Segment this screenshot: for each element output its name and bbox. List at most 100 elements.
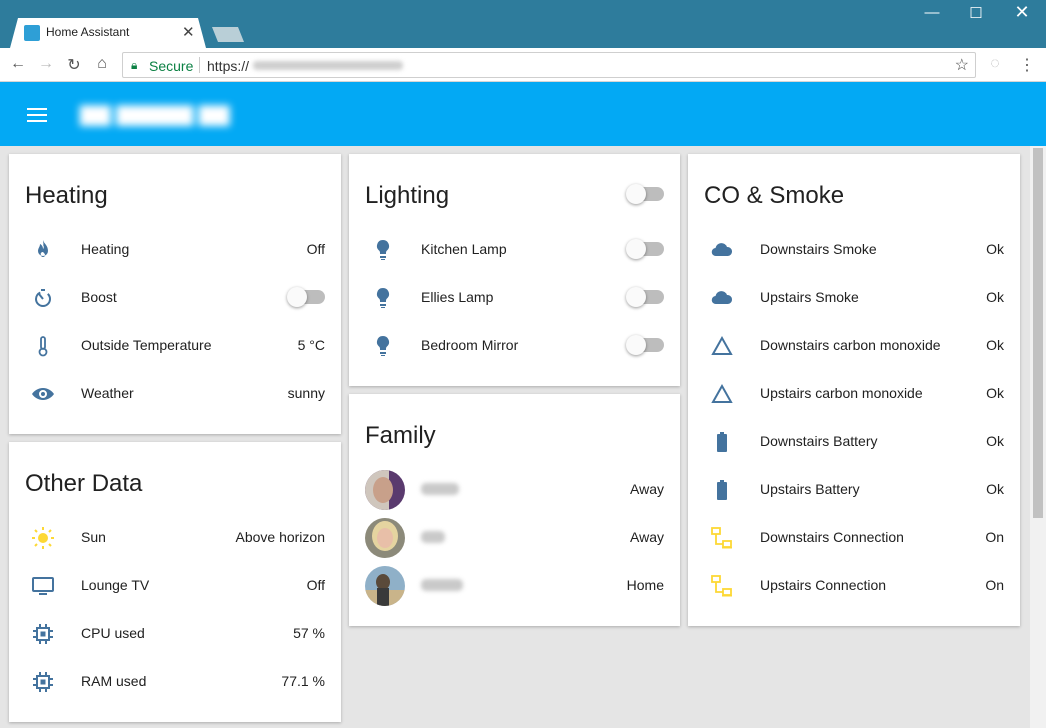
entity-row-downstairs-battery[interactable]: Downstairs Battery Ok (688, 418, 1020, 466)
entity-row-ellies-lamp[interactable]: Ellies Lamp (349, 274, 680, 322)
tab-strip: Home Assistant ✕ — ☐ ✕ (0, 0, 1046, 48)
entity-row-kitchen-lamp[interactable]: Kitchen Lamp (349, 226, 680, 274)
new-tab-button[interactable] (212, 27, 244, 42)
person-name-redacted (421, 483, 459, 495)
network-icon (710, 574, 734, 598)
home-icon[interactable]: ⌂ (92, 55, 112, 73)
sun-icon (31, 526, 55, 550)
card-co-smoke: CO & Smoke Downstairs Smoke Ok Upstairs … (688, 154, 1020, 626)
card-family: Family Away Away Home (349, 394, 680, 626)
bulb-icon (371, 238, 395, 262)
scrollbar-thumb[interactable] (1033, 148, 1043, 518)
back-icon[interactable]: ← (8, 55, 28, 73)
entity-state: 5 °C (297, 337, 325, 353)
entity-state: Ok (986, 481, 1004, 497)
entity-state: Off (306, 577, 325, 593)
card-other-data: Other Data Sun Above horizon Lounge TV O… (9, 442, 341, 722)
tab-title: Home Assistant (46, 25, 130, 39)
light-toggle[interactable] (626, 239, 664, 259)
reload-icon[interactable]: ↻ (64, 55, 84, 75)
entity-row-downstairs-smoke[interactable]: Downstairs Smoke Ok (688, 226, 1020, 274)
entity-state: Ok (986, 433, 1004, 449)
entity-label: Upstairs Battery (760, 481, 860, 497)
entity-state: On (985, 577, 1004, 593)
home-assistant-favicon-icon (24, 25, 40, 41)
extension-icon[interactable]: ◌ (985, 55, 1005, 73)
entity-row-bedroom-mirror[interactable]: Bedroom Mirror (349, 322, 680, 370)
scrollbar[interactable] (1030, 146, 1046, 728)
card-title: CO & Smoke (704, 182, 845, 209)
forward-icon[interactable]: → (36, 55, 56, 73)
entity-row-outside-temperature[interactable]: Outside Temperature 5 °C (9, 322, 341, 370)
card-title: Lighting (365, 182, 450, 209)
browser-tab[interactable]: Home Assistant ✕ (10, 18, 206, 48)
chip-icon (31, 622, 55, 646)
person-state: Away (630, 529, 664, 545)
person-state: Home (626, 577, 664, 593)
hamburger-menu-icon[interactable] (27, 108, 47, 122)
entity-state: On (985, 529, 1004, 545)
minimize-icon[interactable]: — (912, 4, 952, 21)
entity-state: 57 % (293, 625, 325, 641)
person-row[interactable]: Away (349, 466, 680, 514)
entity-row-upstairs-battery[interactable]: Upstairs Battery Ok (688, 466, 1020, 514)
entity-label: Downstairs carbon monoxide (760, 337, 941, 353)
monitor-icon (31, 574, 55, 598)
entity-row-upstairs-smoke[interactable]: Upstairs Smoke Ok (688, 274, 1020, 322)
fire-icon (31, 238, 55, 262)
entity-state: 77.1 % (281, 673, 325, 689)
boost-toggle[interactable] (287, 287, 325, 307)
battery-icon (710, 478, 734, 502)
bulb-icon (371, 334, 395, 358)
card-title: Other Data (25, 470, 143, 497)
entity-label: Upstairs Connection (760, 577, 887, 593)
entity-row-downstairs-co[interactable]: Downstairs carbon monoxide Ok (688, 322, 1020, 370)
browser-window: Home Assistant ✕ — ☐ ✕ ← → ↻ ⌂ 🔒︎ Secure… (0, 0, 1046, 728)
entity-row-heating[interactable]: Heating Off (9, 226, 341, 274)
maximize-icon[interactable]: ☐ (956, 4, 996, 22)
entity-row-boost[interactable]: Boost (9, 274, 341, 322)
tab-close-icon[interactable]: ✕ (182, 23, 195, 41)
entity-label: Upstairs Smoke (760, 289, 859, 305)
avatar (365, 566, 405, 606)
entity-row-weather[interactable]: Weather sunny (9, 370, 341, 418)
entity-label: RAM used (81, 673, 147, 689)
cloud-icon (710, 286, 734, 310)
avatar (365, 518, 405, 558)
entity-label: Sun (81, 529, 106, 545)
entity-state: Above horizon (235, 529, 325, 545)
thermometer-icon (31, 334, 55, 358)
light-toggle[interactable] (626, 287, 664, 307)
person-name-redacted (421, 531, 445, 543)
bookmark-star-icon[interactable]: ☆ (955, 55, 969, 75)
person-row[interactable]: Away (349, 514, 680, 562)
lighting-master-toggle[interactable] (626, 184, 664, 204)
entity-row-upstairs-co[interactable]: Upstairs carbon monoxide Ok (688, 370, 1020, 418)
entity-row-lounge-tv[interactable]: Lounge TV Off (9, 562, 341, 610)
window-close-icon[interactable]: ✕ (1002, 2, 1042, 23)
secure-label: Secure (149, 58, 194, 74)
card-title: Heating (25, 182, 108, 209)
entity-label: Bedroom Mirror (421, 337, 519, 353)
light-toggle[interactable] (626, 335, 664, 355)
app-header: ▇▇ ▇▇▇▇▇ ▇▇ (0, 82, 1046, 146)
entity-label: Downstairs Connection (760, 529, 904, 545)
triangle-icon (710, 334, 734, 358)
chip-icon (31, 670, 55, 694)
entity-row-sun[interactable]: Sun Above horizon (9, 514, 341, 562)
person-row[interactable]: Home (349, 562, 680, 610)
entity-label: Upstairs carbon monoxide (760, 385, 923, 401)
triangle-icon (710, 382, 734, 406)
entity-row-ram-used[interactable]: RAM used 77.1 % (9, 658, 341, 706)
bulb-icon (371, 286, 395, 310)
cloud-icon (710, 238, 734, 262)
url-text: https:// (207, 58, 250, 74)
entity-label: Weather (81, 385, 134, 401)
entity-row-cpu-used[interactable]: CPU used 57 % (9, 610, 341, 658)
chrome-menu-icon[interactable]: ⋮ (1017, 55, 1037, 75)
entity-label: Downstairs Smoke (760, 241, 877, 257)
network-icon (710, 526, 734, 550)
entity-row-upstairs-connection[interactable]: Upstairs Connection On (688, 562, 1020, 610)
entity-row-downstairs-connection[interactable]: Downstairs Connection On (688, 514, 1020, 562)
address-bar[interactable]: 🔒︎ Secure https:// ☆ (122, 52, 976, 78)
